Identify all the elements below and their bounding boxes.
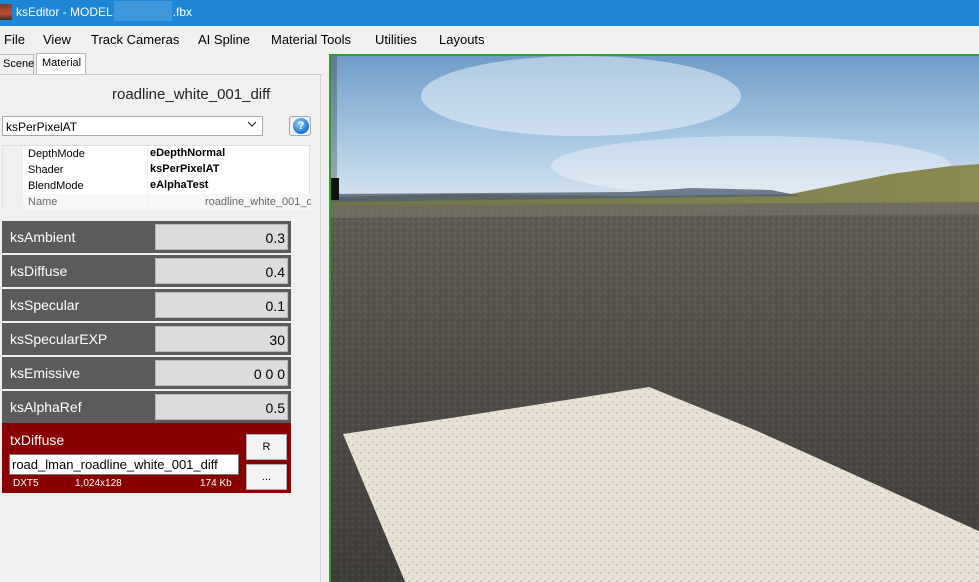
tab-scene[interactable]: Scene	[0, 54, 34, 74]
param-value-input[interactable]: 0.3	[155, 224, 288, 250]
menu-bar: File View Track Cameras AI Spline Materi…	[0, 26, 979, 52]
shader-dropdown[interactable]: ksPerPixelAT	[2, 116, 263, 136]
texture-browse-button[interactable]: ...	[246, 464, 287, 490]
property-label: DepthMode	[28, 148, 85, 160]
property-label: Name	[28, 196, 58, 208]
texture-slot-txdiffuse: txDiffuse road_lman_roadline_white_001_d…	[2, 423, 291, 493]
param-label: ksAlphaRef	[10, 399, 82, 415]
panel-splitter[interactable]	[320, 74, 321, 582]
material-properties-grid: DepthMode eDepthNormal Shader ksPerPixel…	[2, 145, 311, 210]
menu-view[interactable]: View	[43, 32, 71, 47]
material-name-heading: roadline_white_001_diff	[112, 86, 271, 103]
param-label: ksEmissive	[10, 365, 81, 381]
property-value[interactable]: roadline_white_001_diff	[205, 196, 311, 208]
property-row[interactable]: Name roadline_white_001_diff	[3, 194, 311, 210]
param-value-input[interactable]: 0 0 0	[155, 360, 288, 386]
menu-file[interactable]: File	[4, 32, 25, 47]
param-row-ksspecularexp: ksSpecularEXP 30	[2, 323, 291, 355]
param-value-input[interactable]: 30	[155, 326, 288, 352]
param-value-input[interactable]: 0.5	[155, 394, 288, 420]
column-separator	[147, 146, 148, 162]
property-value[interactable]: eAlphaTest	[150, 179, 208, 191]
row-gutter	[3, 178, 23, 194]
row-gutter	[3, 194, 23, 210]
param-label: ksSpecularEXP	[10, 331, 108, 347]
row-gutter	[3, 162, 23, 178]
param-row-ksspecular: ksSpecular 0.1	[2, 289, 291, 321]
title-bar: ksEditor - MODEL .fbx	[0, 0, 979, 26]
tab-material[interactable]: Material	[36, 53, 86, 75]
distant-object	[331, 178, 339, 200]
column-separator	[147, 194, 148, 210]
param-value-input[interactable]: 0.1	[155, 292, 288, 318]
window-title: ksEditor - MODEL .fbx	[16, 1, 193, 21]
window-title-prefix: ksEditor - MODEL	[16, 5, 113, 20]
window-title-suffix: .fbx	[172, 5, 193, 20]
property-label: BlendMode	[28, 180, 84, 192]
param-row-ksdiffuse: ksDiffuse 0.4	[2, 255, 291, 287]
menu-material-tools[interactable]: Material Tools	[271, 32, 351, 47]
param-label: ksDiffuse	[10, 263, 68, 279]
param-row-ksambient: ksAmbient 0.3	[2, 221, 291, 253]
redacted-block	[113, 1, 172, 21]
texture-label: txDiffuse	[10, 432, 65, 448]
param-label: ksAmbient	[10, 229, 76, 245]
texture-reset-button[interactable]: R	[246, 434, 287, 460]
chevron-down-icon	[248, 121, 256, 127]
texture-format: DXT5	[13, 478, 39, 489]
shader-dropdown-value: ksPerPixelAT	[6, 120, 78, 134]
sky-edge-shadow	[331, 56, 337, 196]
menu-ai-spline[interactable]: AI Spline	[198, 32, 250, 47]
menu-track-cameras[interactable]: Track Cameras	[91, 32, 179, 47]
menu-layouts[interactable]: Layouts	[439, 32, 485, 47]
tab-divider	[0, 74, 322, 75]
property-row[interactable]: DepthMode eDepthNormal	[3, 146, 311, 162]
property-value[interactable]: ksPerPixelAT	[150, 163, 220, 175]
param-row-ksalpharef: ksAlphaRef 0.5	[2, 391, 291, 423]
app-icon	[0, 4, 12, 20]
cloud	[421, 56, 741, 136]
row-gutter	[3, 146, 23, 162]
property-row[interactable]: BlendMode eAlphaTest	[3, 178, 311, 194]
3d-viewport[interactable]	[329, 54, 979, 582]
material-panel: Scene Material roadline_white_001_diff k…	[0, 52, 322, 582]
help-button[interactable]: ?	[289, 116, 311, 136]
param-label: ksSpecular	[10, 297, 80, 313]
viewport-scene	[331, 56, 979, 582]
column-separator	[147, 162, 148, 178]
menu-utilities[interactable]: Utilities	[375, 32, 417, 47]
property-value[interactable]: eDepthNormal	[150, 147, 225, 159]
help-icon: ?	[293, 118, 309, 134]
texture-dimensions: 1,024x128	[75, 478, 122, 489]
column-separator	[147, 178, 148, 194]
texture-size: 174 Kb	[200, 478, 232, 489]
property-row[interactable]: Shader ksPerPixelAT	[3, 162, 311, 178]
texture-file-field[interactable]: road_lman_roadline_white_001_diff	[9, 454, 239, 475]
param-row-ksemissive: ksEmissive 0 0 0	[2, 357, 291, 389]
property-label: Shader	[28, 164, 64, 176]
param-value-input[interactable]: 0.4	[155, 258, 288, 284]
